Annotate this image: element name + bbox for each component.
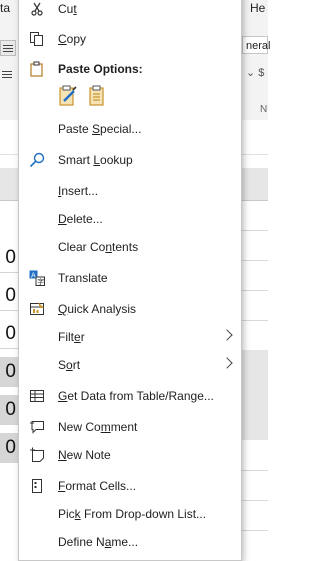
menu-item-label: Paste Special... (58, 122, 142, 136)
menu-item-label: Pick From Drop-down List... (58, 507, 207, 521)
cell-column: 0 0 0 0 0 0 (0, 200, 18, 561)
align-button-2[interactable] (0, 67, 14, 81)
note-icon (29, 447, 45, 463)
menu-item-pick-from-list[interactable]: Pick From Drop-down List... (19, 500, 241, 528)
menu-item-format-cells[interactable]: Format Cells... (19, 472, 241, 500)
submenu-chevron-icon (221, 329, 233, 341)
comment-icon (29, 419, 45, 435)
menu-item-label: Insert... (58, 184, 99, 198)
menu-item-label: Cut (58, 2, 77, 16)
menu-item-label: Translate (58, 271, 108, 285)
submenu-chevron-icon (221, 357, 233, 369)
menu-item-sort[interactable]: Sort (19, 351, 241, 379)
ribbon-left-fragment: ta (0, 0, 18, 120)
menu-item-cut[interactable]: Cut (19, 0, 241, 23)
grid-line (242, 290, 268, 291)
grid-line (242, 230, 268, 231)
menu-item-smart-lookup[interactable]: Smart Lookup (19, 146, 241, 174)
cell[interactable]: 0 (0, 243, 18, 273)
ribbon-group-label: N (260, 104, 268, 115)
copy-icon (29, 31, 45, 47)
menu-item-label: Define Name... (58, 535, 139, 549)
svg-text:字: 字 (37, 277, 44, 286)
currency-dropdown[interactable]: ⌄ $ (246, 66, 264, 79)
menu-item-label: Format Cells... (58, 479, 137, 493)
grid-line (242, 320, 268, 321)
menu-item-define-name[interactable]: Define Name... (19, 528, 241, 556)
menu-item-filter[interactable]: Filter (19, 323, 241, 351)
menu-item-quick-analysis[interactable]: Quick Analysis (19, 295, 241, 323)
svg-text:A: A (31, 272, 36, 280)
menu-item-label: New Comment (58, 420, 138, 434)
menu-item-label: Filter (58, 330, 85, 344)
menu-item-new-note[interactable]: New Note (19, 441, 241, 469)
paste-formatting-icon[interactable] (58, 85, 77, 107)
quick-analysis-icon (29, 301, 45, 317)
grid-line (242, 260, 268, 261)
menu-item-paste-special[interactable]: Paste Special... (19, 115, 241, 143)
menu-item-clear-contents[interactable]: Clear Contents (19, 233, 241, 261)
grid-line (242, 470, 268, 471)
search-icon (29, 152, 45, 168)
menu-section-paste-options: Paste Options: (19, 55, 241, 83)
context-menu: Cut Copy Paste Options: Paste Special...… (18, 0, 242, 561)
menu-item-label: Copy (58, 32, 87, 46)
menu-item-delete[interactable]: Delete... (19, 205, 241, 233)
grid-line (242, 530, 268, 531)
menu-item-label: Delete... (58, 212, 103, 226)
selected-range-fragment (242, 350, 268, 440)
number-format-combo[interactable]: neral (242, 36, 270, 54)
table-icon (29, 388, 45, 404)
grid-line (242, 500, 268, 501)
paste-options-heading: Paste Options: (58, 62, 143, 76)
cell[interactable]: 0 (0, 281, 18, 311)
menu-item-label: New Note (58, 448, 111, 462)
cell-selected[interactable]: 0 (0, 433, 18, 463)
menu-item-new-comment[interactable]: New Comment (19, 413, 241, 441)
cell-selected[interactable]: 0 (0, 357, 18, 387)
align-button[interactable] (0, 40, 16, 56)
menu-item-copy[interactable]: Copy (19, 25, 241, 53)
translate-icon: A字 (29, 270, 45, 286)
menu-item-get-data[interactable]: Get Data from Table/Range... (19, 382, 241, 410)
ribbon-right-fragment: He neral ⌄ $ N (242, 0, 270, 120)
cell[interactable]: 0 (0, 319, 18, 349)
paste-values-icon[interactable] (88, 85, 106, 107)
menu-item-insert[interactable]: Insert... (19, 177, 241, 205)
ribbon-tab-home-fragment[interactable]: He (250, 1, 265, 15)
menu-item-label: Sort (58, 358, 81, 372)
cell-selected[interactable]: 0 (0, 395, 18, 425)
clipboard-icon (29, 61, 45, 77)
menu-item-label: Quick Analysis (58, 302, 137, 316)
menu-item-label: Smart Lookup (58, 153, 133, 167)
ribbon-tab-fragment: ta (0, 1, 11, 15)
paste-options-icons (58, 85, 118, 109)
menu-item-label: Clear Contents (58, 240, 139, 254)
menu-item-label: Get Data from Table/Range... (58, 389, 214, 403)
menu-item-translate[interactable]: A字 Translate (19, 264, 241, 292)
scissors-icon (29, 1, 45, 17)
format-cells-icon (29, 478, 45, 494)
